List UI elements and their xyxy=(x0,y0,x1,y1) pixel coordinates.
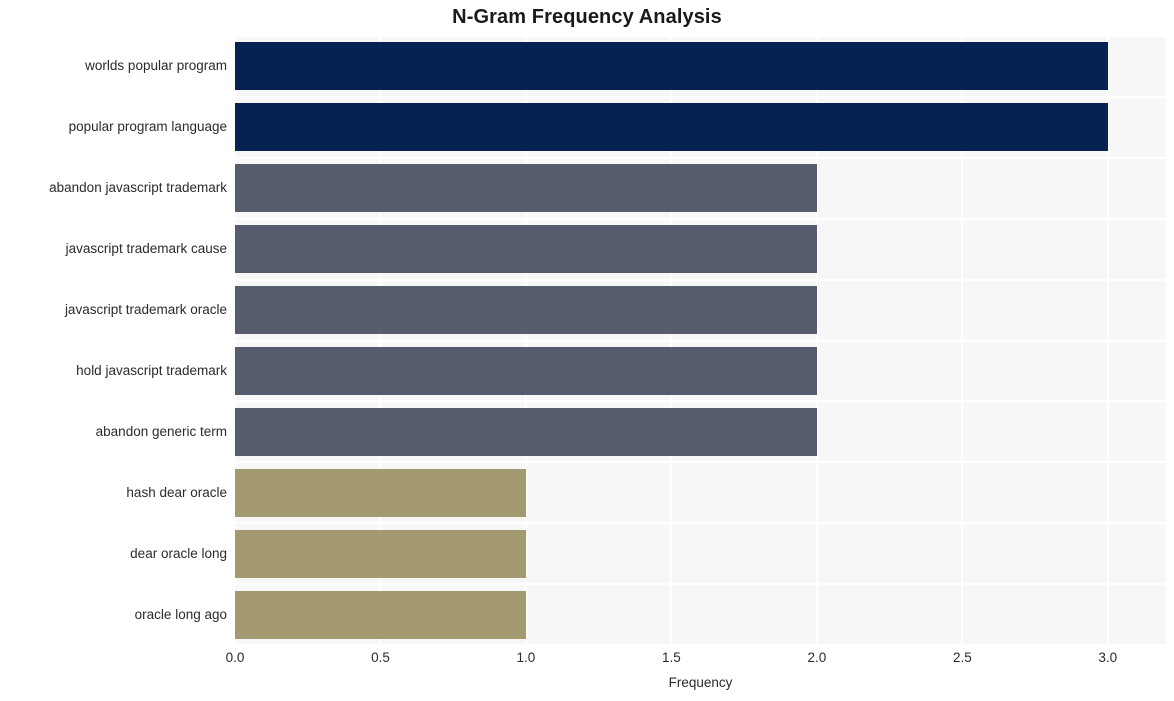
gridline-horizontal xyxy=(235,96,1166,98)
y-axis-tick-label: worlds popular program xyxy=(85,58,227,74)
x-axis-tick-label: 2.5 xyxy=(952,650,972,665)
y-axis-tick-label: javascript trademark cause xyxy=(65,241,227,257)
y-axis-tick-label: abandon generic term xyxy=(95,423,227,439)
x-axis-tick-label: 2.0 xyxy=(807,650,827,665)
gridline-horizontal xyxy=(235,218,1166,220)
bar xyxy=(235,590,526,639)
gridline-horizontal xyxy=(235,583,1166,585)
x-axis-tick-label: 1.0 xyxy=(516,650,536,665)
y-axis-tick-label: oracle long ago xyxy=(134,606,227,622)
bar xyxy=(235,286,817,335)
gridline-horizontal xyxy=(235,340,1166,342)
x-axis-tick-label: 0.5 xyxy=(371,650,390,665)
y-axis-tick-label: popular program language xyxy=(68,119,227,135)
plot-area xyxy=(235,36,1166,645)
bar xyxy=(235,103,1108,152)
x-axis-tick-label: 0.0 xyxy=(225,650,245,665)
bar xyxy=(235,225,817,274)
x-axis-tick-label: 3.0 xyxy=(1098,650,1118,665)
gridline-horizontal xyxy=(235,157,1166,159)
y-axis-tick-label: dear oracle long xyxy=(130,545,227,561)
y-axis-tick-labels: worlds popular program popular program la… xyxy=(0,36,227,645)
bar xyxy=(235,529,526,578)
gridline-horizontal xyxy=(235,400,1166,402)
chart-title: N-Gram Frequency Analysis xyxy=(452,6,722,28)
bar xyxy=(235,407,817,456)
gridline-horizontal xyxy=(235,279,1166,281)
gridline-horizontal xyxy=(235,644,1166,645)
bar xyxy=(235,346,817,395)
bar xyxy=(235,164,817,213)
bar xyxy=(235,42,1108,91)
gridline-horizontal xyxy=(235,461,1166,463)
x-axis-tick-label: 1.5 xyxy=(662,650,681,665)
chart-figure: N-Gram Frequency Analysis worlds popular… xyxy=(0,0,1174,701)
y-axis-tick-label: javascript trademark oracle xyxy=(64,302,227,318)
gridline-horizontal xyxy=(235,36,1166,37)
gridline-horizontal xyxy=(235,522,1166,524)
y-axis-tick-label: hash dear oracle xyxy=(126,484,227,500)
bar xyxy=(235,468,526,517)
y-axis-tick-label: abandon javascript trademark xyxy=(49,180,227,196)
x-axis-title: Frequency xyxy=(668,675,733,690)
y-axis-tick-label: hold javascript trademark xyxy=(76,362,227,378)
x-axis-tick-labels: 0.0 0.5 1.0 1.5 2.0 2.5 3.0 xyxy=(0,650,1174,670)
